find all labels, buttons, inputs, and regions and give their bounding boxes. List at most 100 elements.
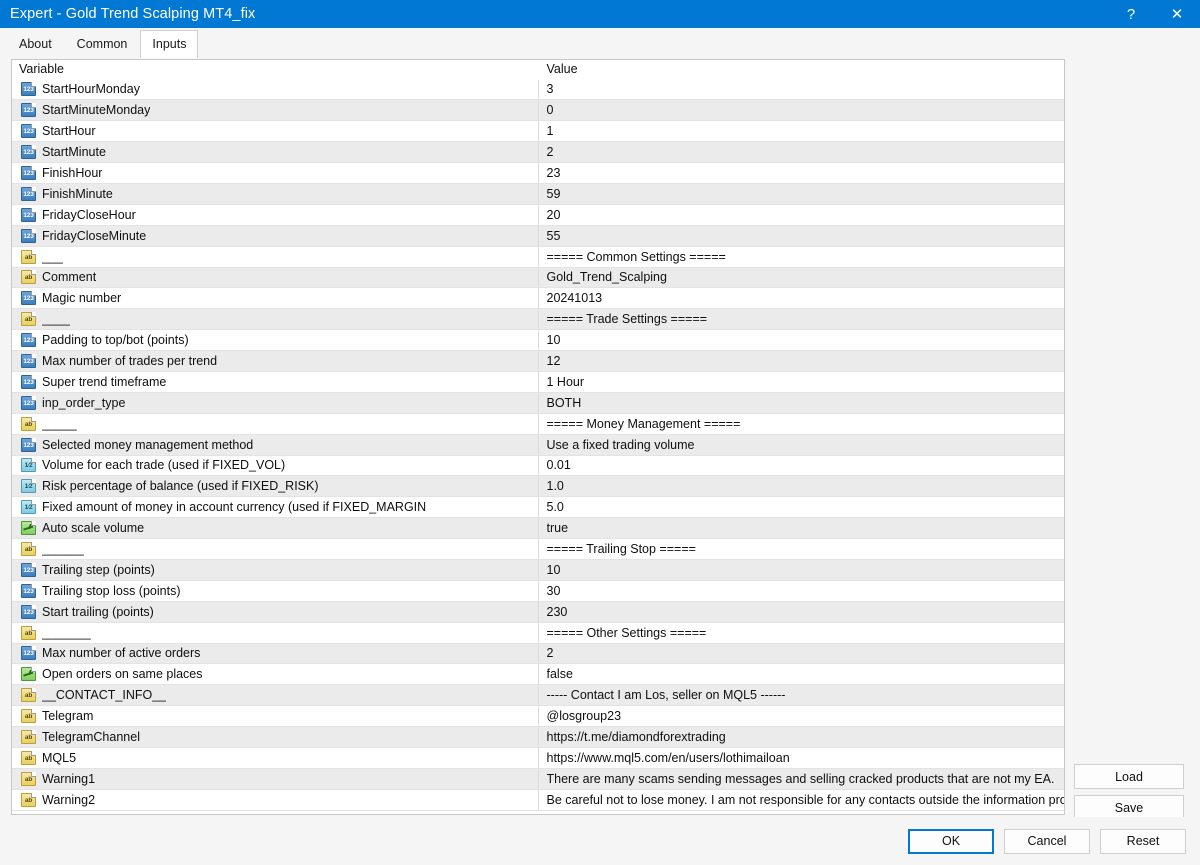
column-header-value[interactable]: Value	[537, 60, 1064, 80]
column-header-variable[interactable]: Variable	[12, 60, 538, 80]
value-cell[interactable]: false	[537, 663, 1064, 686]
load-button[interactable]: Load	[1074, 764, 1184, 789]
variable-cell[interactable]: ab ______	[12, 538, 538, 560]
value-cell[interactable]: ===== Money Management =====	[537, 412, 1064, 435]
value-cell[interactable]: 1	[537, 120, 1064, 143]
variable-cell[interactable]: ab TelegramChannel	[12, 726, 538, 748]
table-row[interactable]: 123 inp_order_type BOTH	[12, 391, 1064, 414]
value-cell[interactable]: ===== Trade Settings =====	[537, 308, 1064, 331]
table-row[interactable]: 1⁄2 Risk percentage of balance (used if F…	[12, 475, 1064, 498]
tab-inputs[interactable]: Inputs	[140, 30, 199, 58]
value-cell[interactable]: https://www.mql5.com/en/users/lothimailo…	[537, 747, 1064, 769]
value-cell[interactable]: 55	[537, 224, 1064, 247]
table-row[interactable]: 123 Max number of active orders 2	[12, 642, 1064, 665]
variable-cell[interactable]: 123 FinishHour	[12, 162, 538, 184]
variable-cell[interactable]: 123 Magic number	[12, 287, 538, 310]
variable-cell[interactable]: 123 Super trend timeframe	[12, 370, 538, 393]
value-cell[interactable]: 0	[537, 99, 1064, 122]
table-row[interactable]: 123 Selected money management method Use a…	[12, 433, 1064, 456]
table-row[interactable]: ab MQL5 https://www.mql5.com/en/users/loth…	[12, 747, 1064, 769]
variable-cell[interactable]: ab _____	[12, 412, 538, 435]
reset-button[interactable]: Reset	[1100, 828, 1186, 854]
variable-cell[interactable]: 1⁄2 Volume for each trade (used if FIXED_…	[12, 454, 538, 477]
value-cell[interactable]: 30	[537, 579, 1064, 602]
table-row[interactable]: Open orders on same places false	[12, 663, 1064, 686]
table-row[interactable]: ab ______ ===== Trailing Stop =====	[12, 538, 1064, 560]
variable-cell[interactable]: ab Comment	[12, 266, 538, 289]
value-cell[interactable]: ===== Common Settings =====	[537, 245, 1064, 268]
table-row[interactable]: ab ____ ===== Trade Settings =====	[12, 308, 1064, 331]
value-cell[interactable]: 3	[537, 78, 1064, 101]
variable-cell[interactable]: 123 Trailing step (points)	[12, 558, 538, 581]
variable-cell[interactable]: ab ____	[12, 308, 538, 331]
value-cell[interactable]: BOTH	[537, 391, 1064, 414]
value-cell[interactable]: true	[537, 517, 1064, 540]
variable-cell[interactable]: ab _______	[12, 621, 538, 644]
table-row[interactable]: 123 Super trend timeframe 1 Hour	[12, 370, 1064, 393]
table-row[interactable]: 1⁄2 Volume for each trade (used if FIXED_…	[12, 454, 1064, 477]
table-row[interactable]: Auto scale volume true	[12, 517, 1064, 540]
value-cell[interactable]: 230	[537, 600, 1064, 623]
variable-cell[interactable]: Auto scale volume	[12, 517, 538, 540]
variable-cell[interactable]: 123 StartMinute	[12, 141, 538, 164]
table-row[interactable]: 123 FridayCloseMinute 55	[12, 224, 1064, 247]
value-cell[interactable]: Gold_Trend_Scalping	[537, 266, 1064, 289]
value-cell[interactable]: ----- Contact I am Los, seller on MQL5 -…	[537, 684, 1064, 707]
variable-cell[interactable]: 123 StartHour	[12, 120, 538, 143]
table-row[interactable]: 123 StartHourMonday 3	[12, 78, 1064, 101]
value-cell[interactable]: ===== Other Settings =====	[537, 621, 1064, 644]
table-row[interactable]: ab _______ ===== Other Settings =====	[12, 621, 1064, 644]
close-icon[interactable]: ✕	[1154, 0, 1200, 28]
table-row[interactable]: 123 Start trailing (points) 230	[12, 600, 1064, 623]
value-cell[interactable]: 12	[537, 350, 1064, 372]
value-cell[interactable]: There are many scams sending messages an…	[537, 767, 1064, 790]
variable-cell[interactable]: ab Warning1	[12, 767, 538, 790]
help-button[interactable]: ?	[1108, 0, 1154, 28]
table-row[interactable]: ab Comment Gold_Trend_Scalping	[12, 266, 1064, 289]
variable-cell[interactable]: 123 FinishMinute	[12, 182, 538, 205]
table-row[interactable]: ab TelegramChannel https://t.me/diamondfor…	[12, 726, 1064, 748]
variable-cell[interactable]: ab __CONTACT_INFO__	[12, 684, 538, 707]
variable-cell[interactable]: Open orders on same places	[12, 663, 538, 686]
value-cell[interactable]: 1 Hour	[537, 370, 1064, 393]
variable-cell[interactable]: 123 StartHourMonday	[12, 78, 538, 101]
value-cell[interactable]: 23	[537, 162, 1064, 184]
table-row[interactable]: 123 Magic number 20241013	[12, 287, 1064, 310]
variable-cell[interactable]: 123 Padding to top/bot (points)	[12, 329, 538, 352]
table-row[interactable]: 123 StartHour 1	[12, 120, 1064, 143]
table-row[interactable]: ab Telegram @losgroup23	[12, 705, 1064, 728]
table-row[interactable]: 123 FinishMinute 59	[12, 182, 1064, 205]
value-cell[interactable]: 0.01	[537, 454, 1064, 477]
variable-cell[interactable]: 123 Trailing stop loss (points)	[12, 579, 538, 602]
table-row[interactable]: 123 StartMinute 2	[12, 141, 1064, 164]
table-row[interactable]: 123 Padding to top/bot (points) 10	[12, 329, 1064, 352]
variable-cell[interactable]: 123 FridayCloseMinute	[12, 224, 538, 247]
table-row[interactable]: 1⁄2 Fixed amount of money in account curr…	[12, 496, 1064, 519]
value-cell[interactable]: ===== Trailing Stop =====	[537, 538, 1064, 560]
table-row[interactable]: ab _____ ===== Money Management =====	[12, 412, 1064, 435]
variable-cell[interactable]: ab MQL5	[12, 747, 538, 769]
variable-cell[interactable]: 123 StartMinuteMonday	[12, 99, 538, 122]
value-cell[interactable]: 10	[537, 558, 1064, 581]
table-row[interactable]: 123 FinishHour 23	[12, 162, 1064, 184]
tab-about[interactable]: About	[7, 31, 64, 58]
table-row[interactable]: ab Warning2 Be careful not to lose money. …	[12, 788, 1064, 811]
variable-cell[interactable]: ab ___	[12, 245, 538, 268]
value-cell[interactable]: 2	[537, 642, 1064, 665]
value-cell[interactable]: 2	[537, 141, 1064, 164]
variable-cell[interactable]: 123 Max number of trades per trend	[12, 350, 538, 372]
variable-cell[interactable]: ab Telegram	[12, 705, 538, 728]
value-cell[interactable]: 59	[537, 182, 1064, 205]
tab-common[interactable]: Common	[65, 31, 140, 58]
table-row[interactable]: 123 FridayCloseHour 20	[12, 203, 1064, 226]
value-cell[interactable]: Use a fixed trading volume	[537, 433, 1064, 456]
table-row[interactable]: ab __CONTACT_INFO__ ----- Contact I am Los…	[12, 684, 1064, 707]
table-row[interactable]: 123 Trailing step (points) 10	[12, 558, 1064, 581]
ok-button[interactable]: OK	[908, 828, 994, 854]
variable-cell[interactable]: ab Warning2	[12, 788, 538, 811]
value-cell[interactable]: 20241013	[537, 287, 1064, 310]
table-row[interactable]: 123 Trailing stop loss (points) 30	[12, 579, 1064, 602]
inputs-table-container[interactable]: Variable Value 123 StartHourMonday 3 123 Sta…	[11, 59, 1065, 815]
value-cell[interactable]: 5.0	[537, 496, 1064, 519]
variable-cell[interactable]: 123 Max number of active orders	[12, 642, 538, 665]
